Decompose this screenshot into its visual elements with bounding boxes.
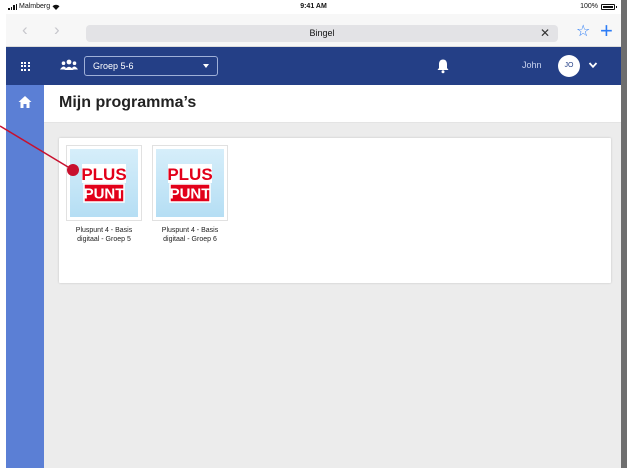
group-select[interactable]: Groep 5-6 [84, 56, 218, 76]
chevron-down-icon[interactable] [588, 60, 598, 70]
svg-text:PLUS: PLUS [167, 165, 212, 184]
caret-down-icon [203, 64, 209, 68]
status-bar: Malmberg 9:41 AM 100% [6, 0, 621, 14]
avatar[interactable]: JO [558, 55, 580, 77]
scrollbar[interactable] [621, 0, 627, 468]
program-label[interactable]: Pluspunt 4 - Basis digitaal - Groep 6 [152, 226, 228, 244]
program-label[interactable]: Pluspunt 4 - Basis digitaal - Groep 5 [66, 226, 142, 244]
app-header: Groep 5-6 John JO [6, 47, 621, 85]
status-time: 9:41 AM [300, 3, 327, 10]
chevron-left-icon[interactable]: ‹ [22, 21, 28, 38]
programs-card: PLUS PUNT Pluspunt 4 - Basis digitaal - … [59, 138, 611, 283]
home-icon[interactable] [17, 94, 33, 110]
page-title: Mijn programma’s [59, 94, 197, 111]
pluspunt-logo: PLUS PUNT [167, 164, 213, 203]
battery-percentage: 100% [580, 3, 598, 10]
apps-button[interactable] [6, 47, 44, 85]
plus-icon[interactable]: + [600, 19, 613, 43]
grid-icon [20, 61, 30, 71]
program-thumbnail[interactable]: PLUS PUNT [152, 145, 228, 221]
sidebar [6, 85, 44, 468]
program-thumbnail[interactable]: PLUS PUNT [66, 145, 142, 221]
program-tile[interactable]: PLUS PUNT Pluspunt 4 - Basis digitaal - … [66, 145, 142, 244]
svg-text:PLUS: PLUS [81, 165, 126, 184]
star-icon[interactable]: ☆ [576, 23, 590, 41]
browser-toolbar: ‹ › Bingel ✕ ☆ + [6, 14, 621, 47]
pluspunt-logo: PLUS PUNT [81, 164, 127, 203]
content-area: PLUS PUNT Pluspunt 4 - Basis digitaal - … [44, 123, 621, 468]
bell-icon[interactable] [436, 58, 450, 74]
address-bar[interactable]: Bingel [86, 25, 558, 42]
group-select-value: Groep 5-6 [93, 61, 134, 71]
close-icon[interactable]: ✕ [536, 25, 554, 42]
svg-text:PUNT: PUNT [170, 186, 211, 203]
group-icon [60, 59, 78, 70]
chevron-right-icon[interactable]: › [54, 21, 60, 38]
svg-text:PUNT: PUNT [84, 186, 125, 203]
user-name[interactable]: John [522, 60, 542, 70]
page-header: Mijn programma’s [44, 85, 621, 123]
battery-icon [601, 3, 617, 10]
program-tile[interactable]: PLUS PUNT Pluspunt 4 - Basis digitaal - … [152, 145, 228, 244]
status-right: 100% [580, 3, 617, 10]
